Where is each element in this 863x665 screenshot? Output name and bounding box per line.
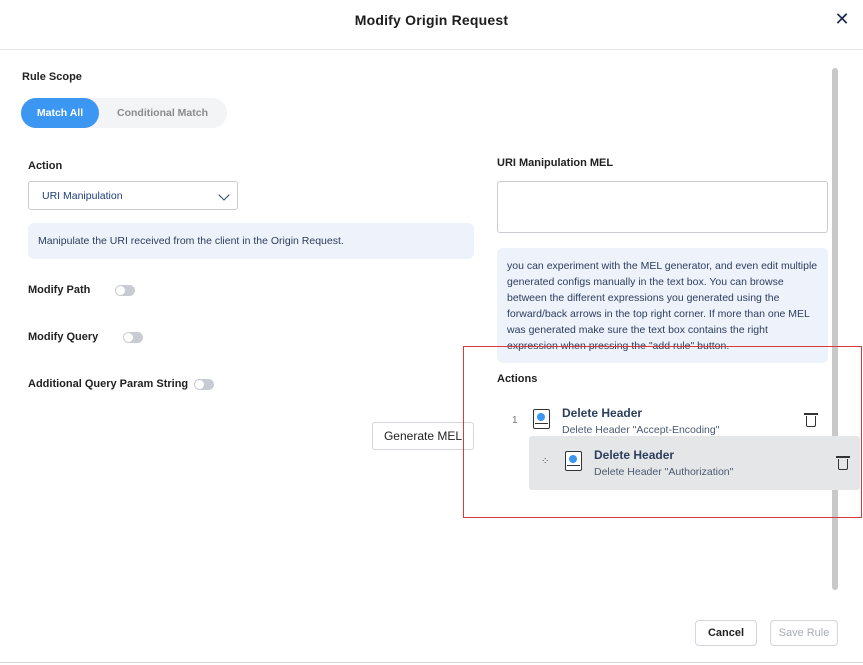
highlight-box — [463, 346, 862, 518]
modify-query-toggle[interactable] — [123, 332, 143, 343]
modify-path-toggle[interactable] — [115, 285, 135, 296]
toggle-knob — [195, 380, 204, 389]
match-all-button[interactable]: Match All — [21, 98, 99, 128]
conditional-match-button[interactable]: Conditional Match — [117, 98, 208, 128]
generate-mel-button[interactable]: Generate MEL — [372, 422, 474, 450]
additional-query-param-toggle[interactable] — [194, 379, 214, 390]
action-description: Manipulate the URI received from the cli… — [28, 223, 474, 259]
modify-query-label: Modify Query — [28, 331, 99, 343]
toggle-knob — [116, 286, 125, 295]
chevron-down-icon — [218, 189, 230, 201]
action-select-value: URI Manipulation — [42, 190, 123, 202]
action-label: Action — [28, 160, 63, 172]
dialog-header: Modify Origin Request ✕ — [0, 0, 863, 50]
divider — [0, 662, 863, 663]
toggle-knob — [124, 333, 133, 342]
close-icon[interactable]: ✕ — [833, 10, 851, 28]
rule-scope-switch: Match All Conditional Match — [21, 98, 227, 128]
mel-label: URI Manipulation MEL — [497, 157, 614, 169]
cancel-button[interactable]: Cancel — [695, 620, 757, 646]
action-select[interactable]: URI Manipulation — [28, 181, 238, 210]
modify-path-label: Modify Path — [28, 284, 91, 296]
rule-scope-label: Rule Scope — [22, 71, 82, 83]
dialog-title: Modify Origin Request — [354, 12, 509, 28]
additional-query-param-label: Additional Query Param String — [28, 378, 189, 390]
save-rule-button[interactable]: Save Rule — [770, 620, 838, 646]
mel-textarea[interactable] — [497, 181, 828, 233]
